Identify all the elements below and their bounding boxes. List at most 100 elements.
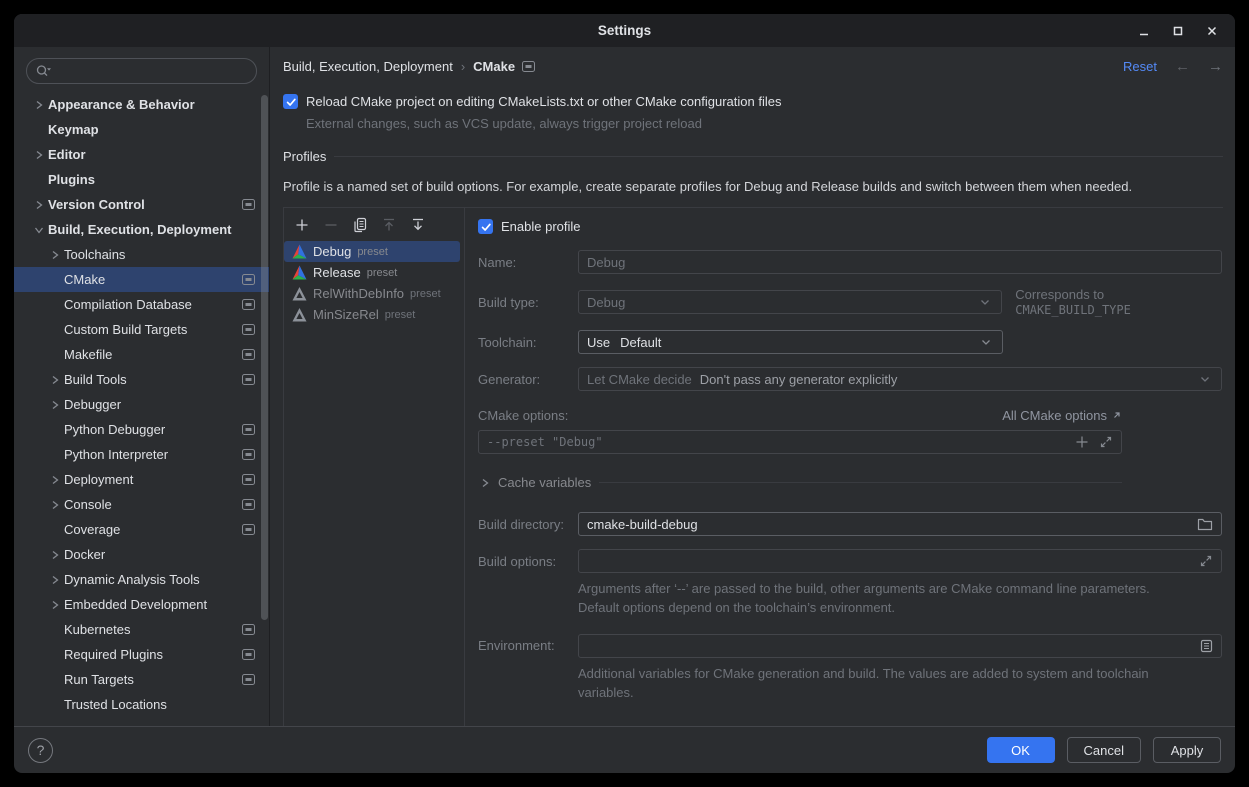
- sidebar-item-editor[interactable]: Editor: [14, 142, 269, 167]
- sidebar-item-keymap[interactable]: Keymap: [14, 117, 269, 142]
- cmake-icon: [292, 244, 307, 259]
- project-level-icon: [242, 274, 255, 285]
- generator-dropdown[interactable]: Let CMake decide Don't pass any generato…: [578, 367, 1222, 391]
- project-level-icon: [242, 649, 255, 660]
- sidebar-item-python-interpreter[interactable]: Python Interpreter: [14, 442, 269, 467]
- sidebar-item-run-targets[interactable]: Run Targets: [14, 667, 269, 692]
- sidebar-item-appearance-behavior[interactable]: Appearance & Behavior: [14, 92, 269, 117]
- move-up-button[interactable]: [379, 215, 399, 235]
- sidebar-item-python-debugger[interactable]: Python Debugger: [14, 417, 269, 442]
- copy-icon: [352, 217, 368, 233]
- question-mark-icon: ?: [37, 742, 45, 758]
- project-level-icon: [242, 349, 255, 360]
- back-arrow-icon[interactable]: ←: [1175, 58, 1190, 75]
- cancel-button[interactable]: Cancel: [1067, 737, 1141, 763]
- chevron-right-icon: [32, 98, 46, 112]
- chevron-down-icon: [977, 294, 993, 310]
- sidebar-item-console[interactable]: Console: [14, 492, 269, 517]
- sidebar-item-docker[interactable]: Docker: [14, 542, 269, 567]
- sidebar-item-version-control[interactable]: Version Control: [14, 192, 269, 217]
- environment-field[interactable]: [578, 634, 1222, 658]
- profile-item-relwithdebinfo[interactable]: RelWithDebInfopreset: [284, 283, 460, 304]
- sidebar-item-label: Python Interpreter: [64, 447, 168, 462]
- cmake-options-value: --preset "Debug": [487, 435, 603, 449]
- variables-list-icon[interactable]: [1200, 639, 1213, 653]
- ok-button[interactable]: OK: [987, 737, 1055, 763]
- add-profile-button[interactable]: [292, 215, 312, 235]
- copy-profile-button[interactable]: [350, 215, 370, 235]
- help-button[interactable]: ?: [28, 738, 53, 763]
- sidebar-item-trusted-locations[interactable]: Trusted Locations: [14, 692, 269, 717]
- build-directory-value: cmake-build-debug: [587, 517, 698, 532]
- reload-cmake-checkbox[interactable]: [283, 94, 298, 109]
- sidebar-item-makefile[interactable]: Makefile: [14, 342, 269, 367]
- project-level-icon: [242, 424, 255, 435]
- sidebar-item-label: Coverage: [64, 522, 120, 537]
- cmake-options-field[interactable]: --preset "Debug": [478, 430, 1122, 454]
- cmake-icon: [292, 244, 307, 259]
- sidebar-item-debugger[interactable]: Debugger: [14, 392, 269, 417]
- sidebar-item-kubernetes[interactable]: Kubernetes: [14, 617, 269, 642]
- profiles-panel: Debugpreset Release preset RelWithDebInfopr…: [283, 207, 1223, 726]
- sidebar-item-label: Docker: [64, 547, 105, 562]
- minimize-button[interactable]: [1131, 18, 1157, 44]
- profiles-section-title: Profiles: [283, 149, 326, 164]
- profile-item-minsizerel[interactable]: MinSizeRelpreset: [284, 304, 460, 325]
- sidebar-item-coverage[interactable]: Coverage: [14, 517, 269, 542]
- search-input[interactable]: [26, 58, 257, 84]
- sidebar-item-cmake[interactable]: CMake: [14, 267, 269, 292]
- folder-icon[interactable]: [1197, 517, 1213, 531]
- chevron-right-icon: [32, 148, 46, 162]
- sidebar-item-label: Keymap: [48, 122, 99, 137]
- generator-value: Let CMake decide: [587, 372, 692, 387]
- build-type-dropdown[interactable]: Debug: [578, 290, 1002, 314]
- cmake-gray-icon: [292, 286, 307, 301]
- toolchain-dropdown[interactable]: Use Default: [578, 330, 1003, 354]
- apply-button[interactable]: Apply: [1153, 737, 1221, 763]
- sidebar-item-label: Appearance & Behavior: [48, 97, 195, 112]
- reset-link[interactable]: Reset: [1123, 59, 1157, 74]
- remove-profile-button[interactable]: [321, 215, 341, 235]
- build-options-field[interactable]: [578, 549, 1222, 573]
- move-down-button[interactable]: [408, 215, 428, 235]
- profile-detail-pane: Enable profile Name: Debug Build type: D…: [465, 208, 1223, 726]
- all-cmake-options-link[interactable]: All CMake options: [1002, 408, 1122, 423]
- profile-preset-tag: preset: [367, 267, 398, 279]
- expand-icon[interactable]: [1199, 554, 1213, 568]
- enable-profile-checkbox[interactable]: [478, 219, 493, 234]
- project-level-icon: [522, 61, 535, 72]
- profile-name: Release: [313, 265, 361, 280]
- profile-item-release[interactable]: Release preset: [284, 262, 460, 283]
- maximize-button[interactable]: [1165, 18, 1191, 44]
- cmake-options-label: CMake options:: [478, 408, 568, 423]
- add-option-icon[interactable]: [1075, 435, 1089, 449]
- breadcrumb-separator: ›: [461, 59, 465, 74]
- breadcrumb-parent[interactable]: Build, Execution, Deployment: [283, 59, 453, 74]
- sidebar-item-custom-build-targets[interactable]: Custom Build Targets: [14, 317, 269, 342]
- sidebar-item-embedded-development[interactable]: Embedded Development: [14, 592, 269, 617]
- sidebar-item-label: Deployment: [64, 472, 133, 487]
- profile-item-debug[interactable]: Debugpreset: [284, 241, 460, 262]
- name-field[interactable]: Debug: [578, 250, 1222, 274]
- cmake-build-type-var: CMAKE_BUILD_TYPE: [1015, 303, 1131, 317]
- cache-variables-section[interactable]: Cache variables: [478, 475, 1122, 490]
- sidebar-item-toolchains[interactable]: Toolchains: [14, 242, 269, 267]
- build-options-help: Arguments after ‘--’ are passed to the b…: [578, 580, 1223, 618]
- window-title: Settings: [14, 23, 1235, 38]
- forward-arrow-icon[interactable]: →: [1208, 58, 1223, 75]
- sidebar-scrollbar[interactable]: [261, 95, 268, 620]
- breadcrumb: Build, Execution, Deployment › CMake Res…: [283, 47, 1223, 85]
- sidebar-item-dynamic-analysis-tools[interactable]: Dynamic Analysis Tools: [14, 567, 269, 592]
- search-icon: [35, 63, 53, 79]
- sidebar-item-deployment[interactable]: Deployment: [14, 467, 269, 492]
- sidebar-item-compilation-database[interactable]: Compilation Database: [14, 292, 269, 317]
- build-directory-field[interactable]: cmake-build-debug: [578, 512, 1222, 536]
- reload-cmake-label: Reload CMake project on editing CMakeLis…: [306, 94, 781, 109]
- close-button[interactable]: [1199, 18, 1225, 44]
- profiles-list: Debugpreset Release preset RelWithDebInfopr…: [284, 241, 464, 325]
- sidebar-item-required-plugins[interactable]: Required Plugins: [14, 642, 269, 667]
- sidebar-item-build-tools[interactable]: Build Tools: [14, 367, 269, 392]
- expand-icon[interactable]: [1099, 435, 1113, 449]
- sidebar-item-build-execution-deployment[interactable]: Build, Execution, Deployment: [14, 217, 269, 242]
- sidebar-item-plugins[interactable]: Plugins: [14, 167, 269, 192]
